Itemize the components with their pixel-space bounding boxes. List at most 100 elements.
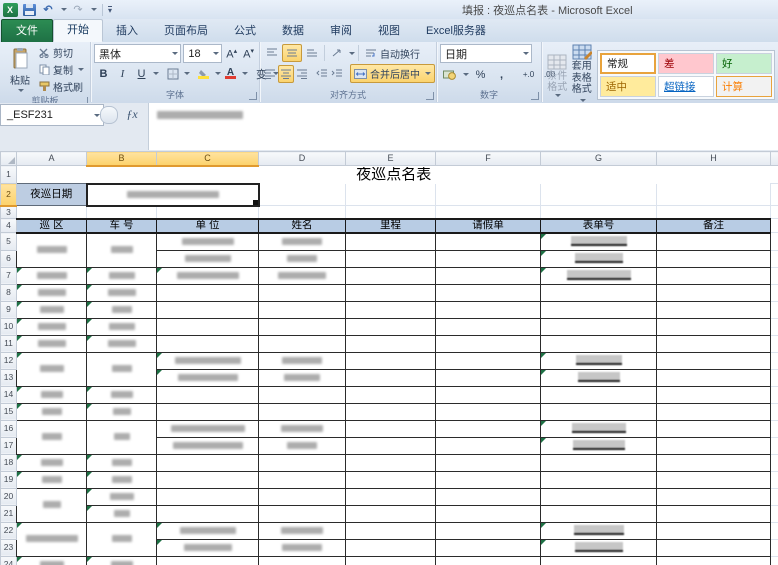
cell-E24[interactable] bbox=[346, 556, 436, 565]
underline-dropdown-icon[interactable] bbox=[153, 72, 159, 75]
cell-G10[interactable] bbox=[541, 318, 657, 335]
cell-E19[interactable] bbox=[346, 471, 436, 488]
row-number-23[interactable]: 23 bbox=[1, 539, 17, 556]
cell-sliver[interactable] bbox=[771, 206, 778, 219]
cell-G18[interactable] bbox=[541, 454, 657, 471]
cell-F9[interactable] bbox=[436, 301, 541, 318]
cell-F14[interactable] bbox=[436, 386, 541, 403]
row-number-19[interactable]: 19 bbox=[1, 471, 17, 488]
table-header-H[interactable]: 备注 bbox=[657, 219, 771, 233]
cell-H14[interactable] bbox=[657, 386, 771, 403]
cell-D17[interactable] bbox=[259, 437, 346, 454]
cell-D7[interactable] bbox=[259, 267, 346, 284]
column-header-D[interactable]: D bbox=[259, 152, 346, 166]
cell-A14[interactable] bbox=[17, 386, 87, 403]
cell-G22[interactable] bbox=[541, 522, 657, 539]
cell-sliver[interactable] bbox=[771, 250, 778, 267]
cell-B22[interactable] bbox=[87, 522, 157, 556]
select-all-corner[interactable] bbox=[1, 152, 17, 166]
decrease-indent-icon[interactable] bbox=[315, 66, 329, 82]
cell-G20[interactable] bbox=[541, 488, 657, 505]
tab-insert[interactable]: 插入 bbox=[103, 21, 151, 42]
cell-F8[interactable] bbox=[436, 284, 541, 301]
cell-F20[interactable] bbox=[436, 488, 541, 505]
cell-F5[interactable] bbox=[436, 233, 541, 251]
cell-H18[interactable] bbox=[657, 454, 771, 471]
cell-C22[interactable] bbox=[157, 522, 259, 539]
row-number-9[interactable]: 9 bbox=[1, 301, 17, 318]
cell-D24[interactable] bbox=[259, 556, 346, 565]
cell-H6[interactable] bbox=[657, 250, 771, 267]
cell-E14[interactable] bbox=[346, 386, 436, 403]
cell-sliver[interactable] bbox=[771, 335, 778, 352]
underline-button[interactable]: U bbox=[132, 65, 151, 82]
copy-button[interactable]: 复制 bbox=[37, 61, 86, 78]
italic-button[interactable]: I bbox=[113, 65, 132, 82]
paste-dropdown-icon[interactable] bbox=[18, 89, 24, 92]
merge-center-dropdown-icon[interactable] bbox=[425, 72, 431, 75]
cell-C9[interactable] bbox=[157, 301, 259, 318]
cell-C12[interactable] bbox=[157, 352, 259, 369]
align-center-icon[interactable] bbox=[278, 65, 294, 83]
cell-E21[interactable] bbox=[346, 505, 436, 522]
cell-E20[interactable] bbox=[346, 488, 436, 505]
cell-sliver[interactable] bbox=[771, 233, 778, 251]
cell[interactable] bbox=[259, 206, 346, 219]
cell-A8[interactable] bbox=[17, 284, 87, 301]
cell-G6[interactable] bbox=[541, 250, 657, 267]
cell-H12[interactable] bbox=[657, 352, 771, 369]
paste-button[interactable]: 粘贴 bbox=[3, 44, 37, 95]
cell-C11[interactable] bbox=[157, 335, 259, 352]
cell-sliver[interactable] bbox=[771, 505, 778, 522]
row-number-8[interactable]: 8 bbox=[1, 284, 17, 301]
cell-H7[interactable] bbox=[657, 267, 771, 284]
row-number-20[interactable]: 20 bbox=[1, 488, 17, 505]
row-number-12[interactable]: 12 bbox=[1, 352, 17, 369]
cell-H8[interactable] bbox=[657, 284, 771, 301]
cell-G21[interactable] bbox=[541, 505, 657, 522]
sheet-title-cell[interactable]: 夜巡点名表 bbox=[17, 166, 771, 184]
cell-sliver[interactable] bbox=[771, 219, 778, 233]
cell-B10[interactable] bbox=[87, 318, 157, 335]
cell-D9[interactable] bbox=[259, 301, 346, 318]
cell-G15[interactable] bbox=[541, 403, 657, 420]
alignment-dialog-launcher-icon[interactable] bbox=[426, 92, 434, 100]
align-middle-icon[interactable] bbox=[282, 44, 302, 62]
excel-app-icon[interactable]: X bbox=[2, 2, 18, 17]
font-name-combo[interactable]: 黑体 bbox=[94, 44, 181, 63]
cell-C20[interactable] bbox=[157, 488, 259, 505]
row-number-14[interactable]: 14 bbox=[1, 386, 17, 403]
cell-H20[interactable] bbox=[657, 488, 771, 505]
cell[interactable] bbox=[17, 206, 87, 219]
cell-A15[interactable] bbox=[17, 403, 87, 420]
row-number-6[interactable]: 6 bbox=[1, 250, 17, 267]
align-bottom-icon[interactable] bbox=[303, 45, 321, 61]
cell-H21[interactable] bbox=[657, 505, 771, 522]
cell-C21[interactable] bbox=[157, 505, 259, 522]
row-number-22[interactable]: 22 bbox=[1, 522, 17, 539]
cell-H22[interactable] bbox=[657, 522, 771, 539]
cell-sliver[interactable] bbox=[771, 352, 778, 369]
cell-C6[interactable] bbox=[157, 250, 259, 267]
cell-H5[interactable] bbox=[657, 233, 771, 251]
cell-E16[interactable] bbox=[346, 420, 436, 437]
row-number-17[interactable]: 17 bbox=[1, 437, 17, 454]
style-bad[interactable]: 差 bbox=[658, 53, 714, 74]
cell-sliver[interactable] bbox=[771, 166, 778, 184]
cell-E12[interactable] bbox=[346, 352, 436, 369]
cell-sliver[interactable] bbox=[771, 267, 778, 284]
redo-dropdown-icon[interactable] bbox=[91, 8, 97, 11]
align-right-icon[interactable] bbox=[295, 66, 309, 82]
tab-formulas[interactable]: 公式 bbox=[221, 21, 269, 42]
cell-F7[interactable] bbox=[436, 267, 541, 284]
cell-A19[interactable] bbox=[17, 471, 87, 488]
cell-B20[interactable] bbox=[87, 488, 157, 505]
cell-C17[interactable] bbox=[157, 437, 259, 454]
undo-icon[interactable]: ↶ bbox=[40, 2, 56, 17]
cell-A24[interactable] bbox=[17, 556, 87, 565]
date-label-cell[interactable]: 夜巡日期 bbox=[17, 184, 87, 206]
cell-D23[interactable] bbox=[259, 539, 346, 556]
tab-excel-server[interactable]: Excel服务器 bbox=[413, 21, 499, 42]
cell-G9[interactable] bbox=[541, 301, 657, 318]
cell-H9[interactable] bbox=[657, 301, 771, 318]
